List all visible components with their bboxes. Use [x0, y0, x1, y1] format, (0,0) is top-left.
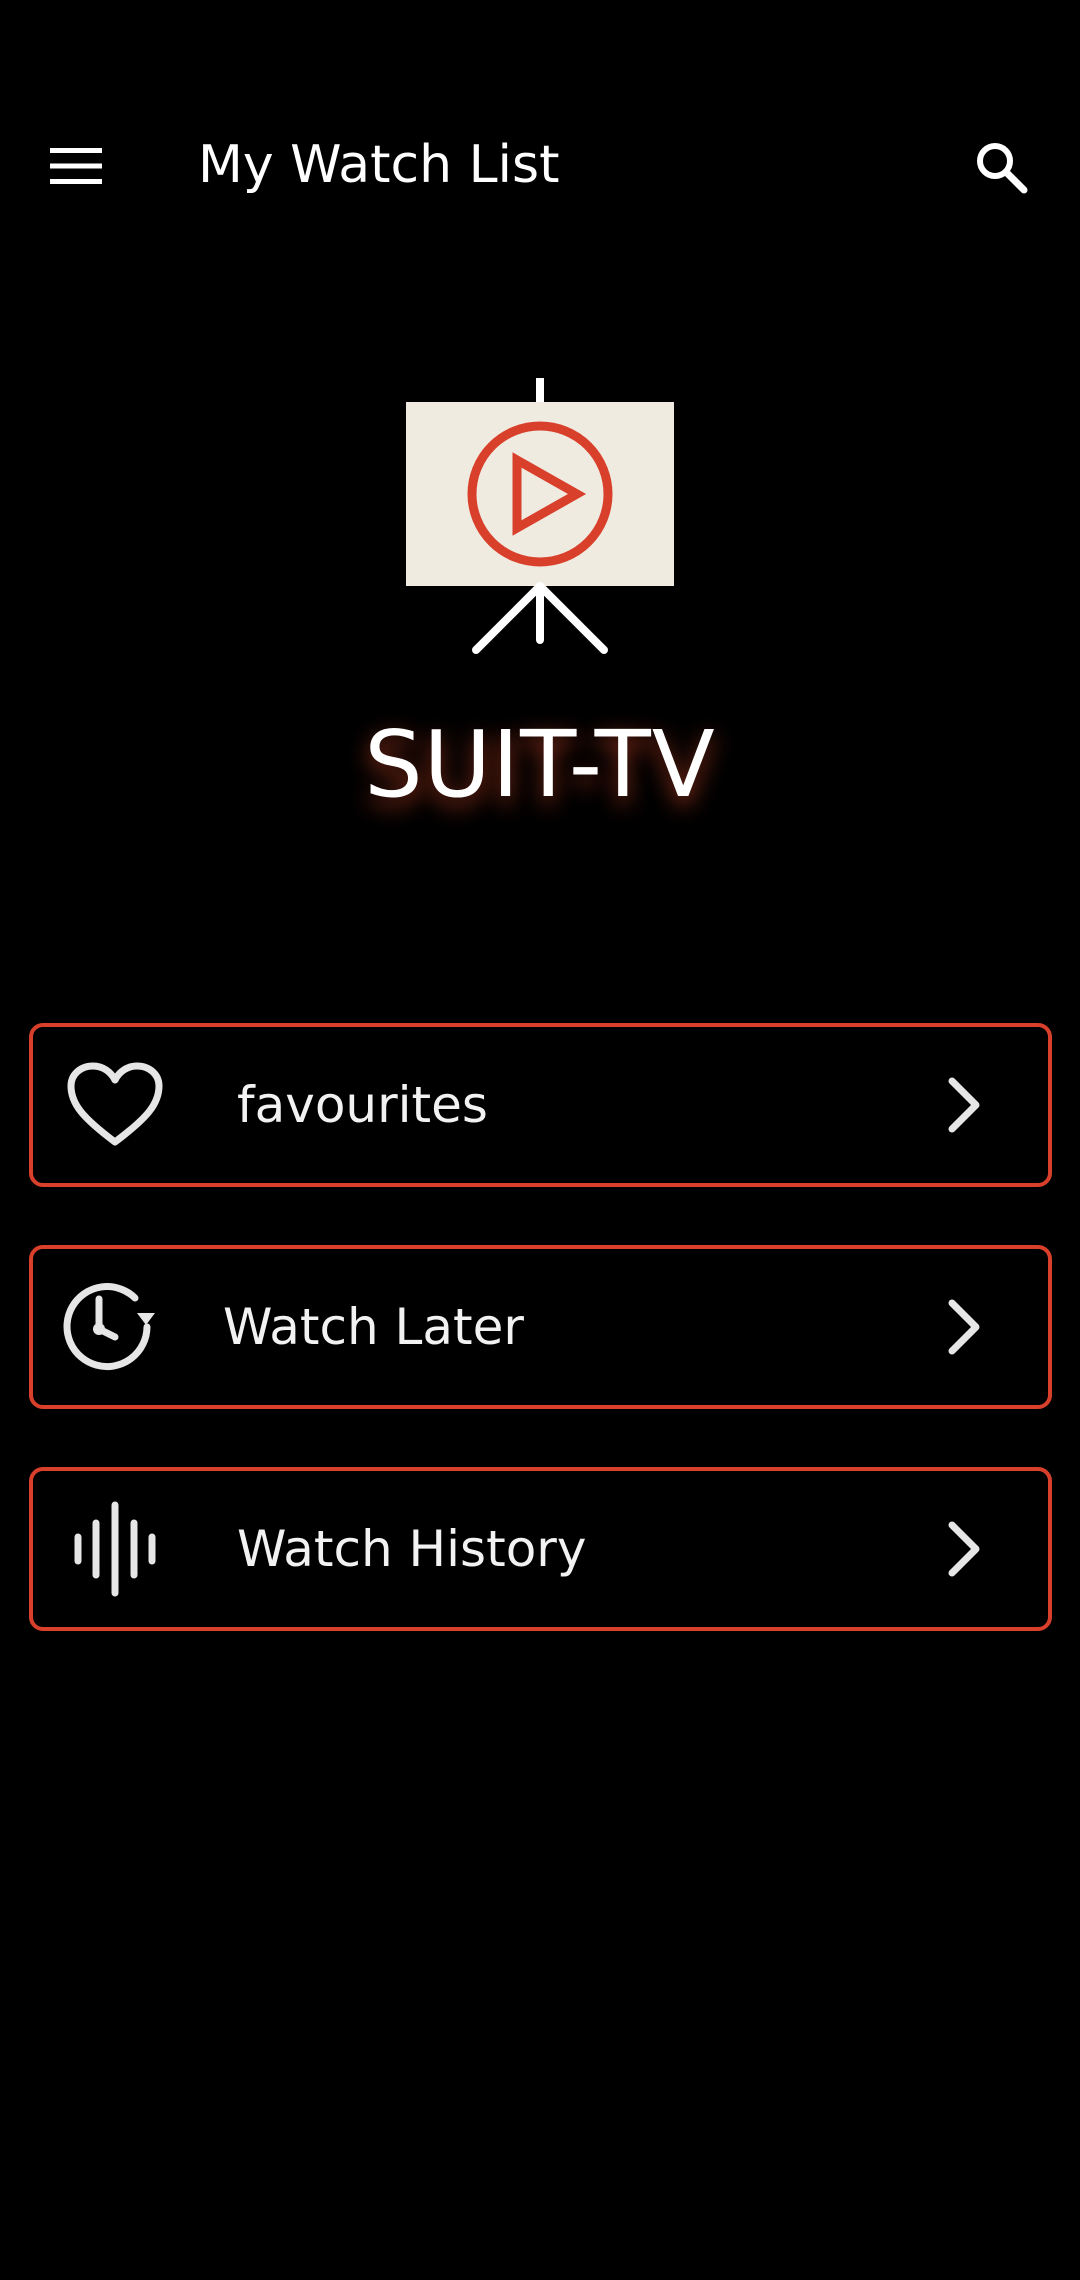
- chevron-right-icon: [948, 1299, 980, 1355]
- watch-later-chevron: [934, 1297, 994, 1357]
- search-button[interactable]: [958, 124, 1044, 210]
- watch-history-card[interactable]: Watch History: [29, 1467, 1052, 1631]
- hamburger-menu-icon: [50, 148, 102, 184]
- favourites-label: favourites: [237, 1076, 488, 1134]
- watch-history-label: Watch History: [237, 1520, 587, 1578]
- brand-name: SUIT-TV: [364, 711, 716, 818]
- search-icon: [977, 143, 1028, 194]
- chevron-right-icon: [948, 1521, 980, 1577]
- favourites-card[interactable]: favourites: [29, 1023, 1052, 1187]
- watch-later-label: Watch Later: [223, 1298, 524, 1356]
- watch-later-icon-wrap: [55, 1275, 159, 1379]
- watch-history-chevron: [934, 1519, 994, 1579]
- projector-screen-play-icon: [406, 374, 674, 654]
- heart-icon: [67, 1062, 163, 1146]
- watch-later-card[interactable]: Watch Later: [29, 1245, 1052, 1409]
- watch-history-icon-wrap: [63, 1497, 167, 1601]
- audio-wave-icon: [74, 1501, 156, 1597]
- brand-logo: [400, 374, 680, 658]
- page-title: My Watch List: [198, 135, 560, 195]
- watch-list-screen: My Watch List SUIT-TV favourites Watch L…: [0, 0, 1080, 2280]
- favourites-chevron: [934, 1075, 994, 1135]
- favourites-icon-wrap: [63, 1053, 167, 1157]
- chevron-right-icon: [948, 1077, 980, 1133]
- app-bar: My Watch List: [0, 100, 1080, 230]
- clock-history-icon: [63, 1283, 155, 1371]
- menu-button[interactable]: [30, 120, 122, 212]
